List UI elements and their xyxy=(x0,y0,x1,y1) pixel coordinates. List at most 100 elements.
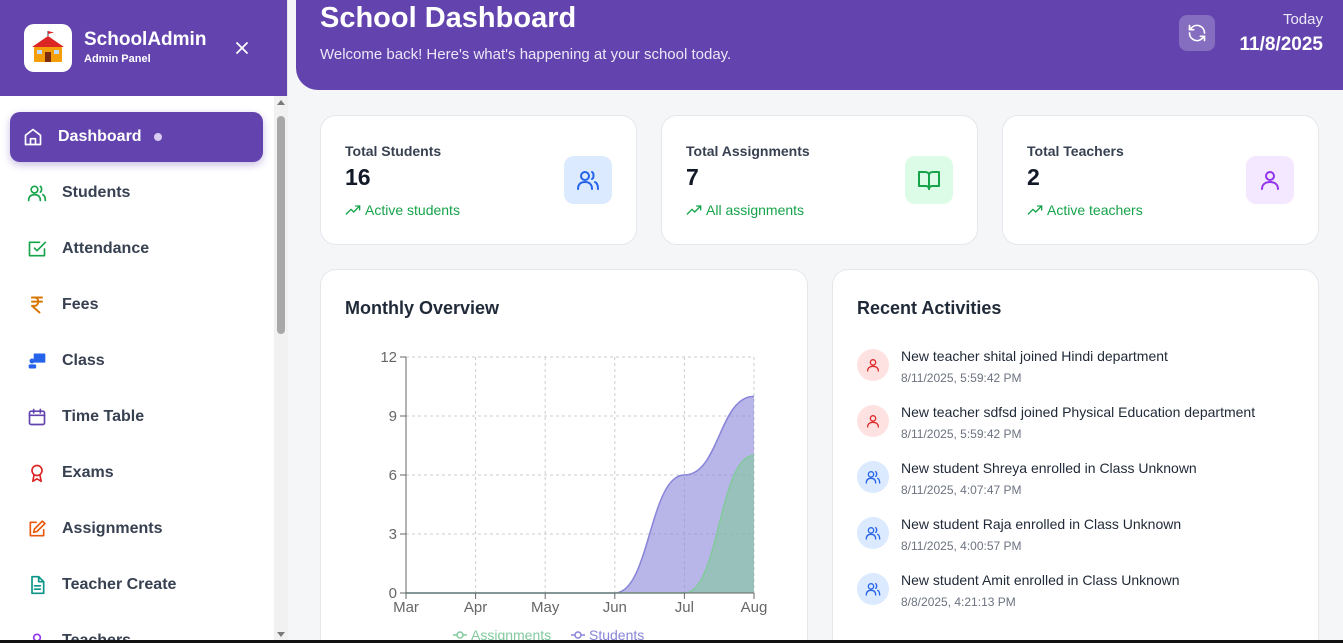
stat-value: 2 xyxy=(1027,164,1040,190)
sidebar-item-exams[interactable]: Exams xyxy=(10,448,263,498)
student-avatar xyxy=(857,573,889,605)
sidebar-item-dashboard[interactable]: Dashboard xyxy=(10,112,263,162)
active-indicator-dot xyxy=(153,133,162,141)
stat-trend: All assignments xyxy=(686,202,804,218)
activity-text: New student Shreya enrolled in Class Unk… xyxy=(901,460,1197,476)
sidebar-item-attendance[interactable]: Attendance xyxy=(10,224,263,274)
sidebar: SchoolAdmin Admin Panel Dashboard Studen… xyxy=(0,0,288,643)
sidebar-item-class[interactable]: Class xyxy=(10,336,263,386)
activity-item: New student Shreya enrolled in Class Unk… xyxy=(857,460,1277,504)
welcome-text: Welcome back! Here's what's happening at… xyxy=(320,46,732,63)
x-tick-label: Jun xyxy=(603,599,627,616)
activity-time: 8/11/2025, 4:00:57 PM xyxy=(901,539,1022,553)
monthly-overview-chart: 036912Mar Apr May Jun Jul Aug Assignments Stud… xyxy=(380,349,768,643)
trending-up-icon xyxy=(1027,205,1043,215)
trending-up-icon xyxy=(686,205,702,215)
stat-icon-badge xyxy=(1246,156,1294,204)
recent-activities-title: Recent Activities xyxy=(857,298,1002,318)
y-tick-label: 6 xyxy=(389,467,397,484)
rupee-icon xyxy=(26,294,48,316)
stat-icon-badge xyxy=(564,156,612,204)
activity-item: New student Amit enrolled in Class Unkno… xyxy=(857,572,1277,616)
area-students xyxy=(406,396,754,593)
home-icon xyxy=(22,126,44,148)
page-title: School Dashboard xyxy=(320,2,577,34)
user-icon xyxy=(867,359,879,372)
scroll-thumb[interactable] xyxy=(277,116,285,334)
presentation-icon xyxy=(26,350,48,372)
sidebar-item-label: Fees xyxy=(62,296,99,313)
sidebar-item-label: Attendance xyxy=(62,240,150,257)
y-tick-label: 9 xyxy=(389,408,397,425)
stat-card-teachers: Total Teachers 2 Active teachers xyxy=(1002,115,1319,245)
scroll-down-arrow-icon[interactable] xyxy=(277,632,285,637)
stat-value: 16 xyxy=(345,164,371,190)
edit-icon xyxy=(26,518,48,540)
student-avatar xyxy=(857,461,889,493)
sidebar-item-teacher-create[interactable]: Teacher Create xyxy=(10,560,263,610)
today-date: 11/8/2025 xyxy=(1239,34,1323,55)
refresh-icon xyxy=(1188,24,1206,42)
users-icon xyxy=(865,583,881,596)
sidebar-item-fees[interactable]: Fees xyxy=(10,280,263,330)
users-icon xyxy=(865,527,881,540)
activity-item: New teacher sdfsd joined Physical Educat… xyxy=(857,404,1277,448)
today-label: Today xyxy=(1282,11,1323,28)
stat-icon-badge xyxy=(905,156,953,204)
users-icon xyxy=(577,171,599,190)
recent-activities-card: Recent Activities New teacher shital joi… xyxy=(832,269,1319,643)
stat-trend-label: Active teachers xyxy=(1047,202,1143,218)
activity-item: New teacher shital joined Hindi departme… xyxy=(857,348,1277,392)
scroll-up-arrow-icon[interactable] xyxy=(277,100,285,105)
y-tick-label: 3 xyxy=(389,526,397,543)
file-text-icon xyxy=(26,574,48,596)
sidebar-item-time-table[interactable]: Time Table xyxy=(10,392,263,442)
monthly-overview-title: Monthly Overview xyxy=(345,298,500,318)
teacher-avatar xyxy=(857,349,889,381)
refresh-button[interactable] xyxy=(1179,15,1215,51)
sidebar-item-label: Students xyxy=(62,184,131,201)
stat-label: Total Teachers xyxy=(1027,143,1124,159)
award-icon xyxy=(26,462,48,484)
teacher-avatar xyxy=(857,405,889,437)
stat-trend: Active teachers xyxy=(1027,202,1143,218)
check-square-icon xyxy=(26,238,48,260)
sidebar-item-label: Time Table xyxy=(62,408,145,425)
x-tick-label: Apr xyxy=(464,599,487,616)
trending-up-icon xyxy=(345,205,361,215)
sidebar-item-students[interactable]: Students xyxy=(10,168,263,218)
sidebar-item-label: Exams xyxy=(62,464,114,481)
sidebar-item-label: Dashboard xyxy=(58,128,142,145)
stat-value: 7 xyxy=(686,164,699,190)
stat-trend: Active students xyxy=(345,202,460,218)
activity-time: 8/11/2025, 4:07:47 PM xyxy=(901,483,1022,497)
sidebar-item-teachers[interactable]: Teachers xyxy=(10,616,263,643)
header-banner: School Dashboard Welcome back! Here's wh… xyxy=(296,0,1343,90)
stat-trend-label: Active students xyxy=(365,202,460,218)
brand-name: SchoolAdmin xyxy=(84,29,207,50)
user-icon xyxy=(867,415,879,428)
y-tick-label: 12 xyxy=(380,349,397,366)
activity-text: New student Amit enrolled in Class Unkno… xyxy=(901,572,1180,588)
activity-text: New teacher sdfsd joined Physical Educat… xyxy=(901,404,1256,420)
stat-label: Total Students xyxy=(345,143,442,159)
sidebar-header: SchoolAdmin Admin Panel xyxy=(0,0,287,96)
sidebar-item-assignments[interactable]: Assignments xyxy=(10,504,263,554)
stat-trend-label: All assignments xyxy=(706,202,805,218)
user-icon xyxy=(1261,171,1279,190)
x-tick-label: Aug xyxy=(741,599,768,616)
activity-time: 8/11/2025, 5:59:42 PM xyxy=(901,427,1022,441)
sidebar-item-label: Class xyxy=(62,352,105,369)
legend-marker xyxy=(574,631,582,639)
legend-marker xyxy=(456,631,464,639)
x-tick-label: Jul xyxy=(675,599,694,616)
close-sidebar-button[interactable] xyxy=(232,38,252,58)
chart-areas xyxy=(406,395,755,594)
stat-label: Total Assignments xyxy=(686,143,810,159)
sidebar-scrollbar[interactable] xyxy=(274,96,288,643)
activity-text: New student Raja enrolled in Class Unkno… xyxy=(901,516,1182,532)
activity-item: New student Raja enrolled in Class Unkno… xyxy=(857,516,1277,560)
calendar-icon xyxy=(26,406,48,428)
sidebar-nav: Dashboard Students Attendance Fees Class… xyxy=(0,96,274,643)
activity-time: 8/8/2025, 4:21:13 PM xyxy=(901,595,1016,609)
